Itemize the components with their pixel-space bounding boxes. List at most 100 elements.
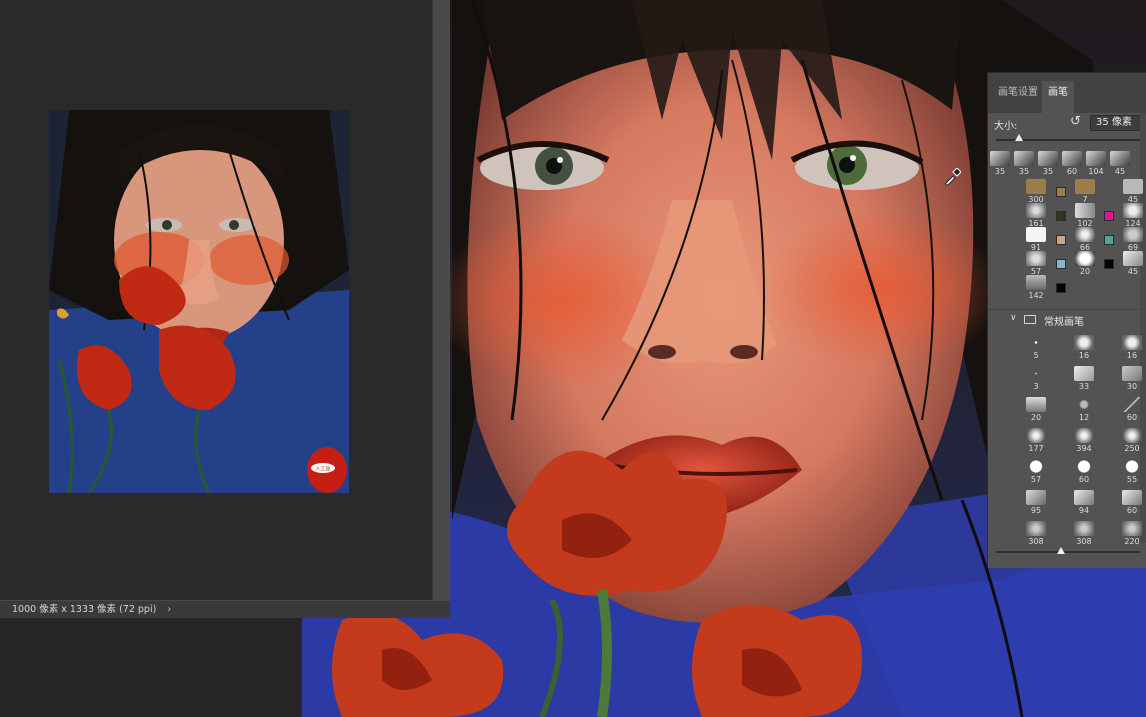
- status-menu-chevron-icon[interactable]: ›: [167, 604, 171, 615]
- brush-tip-preview-icon: [1026, 521, 1046, 536]
- brush-tip-preview-icon: [1026, 203, 1046, 218]
- brush-tip-preview-icon: [1110, 151, 1130, 166]
- color-swatch[interactable]: [1104, 211, 1114, 221]
- brush-preset-tile[interactable]: 94: [1072, 488, 1096, 518]
- tab-brush-settings[interactable]: 画笔设置: [992, 85, 1044, 113]
- preview-size-slider-thumb[interactable]: [1057, 547, 1065, 554]
- brush-tip-preview-icon: [1122, 428, 1142, 443]
- brush-preset-tile[interactable]: 20: [1024, 395, 1048, 425]
- brush-tip-preview-icon: [990, 151, 1010, 166]
- brush-tip-preview-icon: [1074, 335, 1094, 350]
- brush-size-number: 60: [1126, 413, 1138, 422]
- color-swatch[interactable]: [1104, 235, 1114, 245]
- brush-size-number: 35: [994, 167, 1006, 176]
- brush-preset-tile[interactable]: 45: [1108, 149, 1132, 179]
- brush-panel: 画笔设置 画笔 大小: ↺ 35 像素 ∨ 常规画笔 35 35 35 60 104 45…: [987, 72, 1146, 568]
- brush-preset-tile[interactable]: 142: [1024, 273, 1048, 303]
- brush-size-number: 177: [1028, 444, 1044, 453]
- brush-preset-tile[interactable]: 177: [1024, 426, 1048, 456]
- brush-size-number: 45: [1114, 167, 1126, 176]
- brush-folder-row[interactable]: ∨ 常规画笔: [988, 309, 1146, 329]
- preview-size-slider-track[interactable]: [996, 551, 1140, 553]
- brush-tip-preview-icon: [1123, 227, 1143, 242]
- brush-size-number: 20: [1030, 413, 1042, 422]
- brush-tip-preview-icon: [1026, 459, 1046, 474]
- brush-tip-preview-icon: [1074, 521, 1094, 536]
- brush-tip-preview-icon: [1062, 151, 1082, 166]
- color-swatch[interactable]: [1104, 259, 1114, 269]
- brush-tip-preview-icon: [1026, 428, 1046, 443]
- brush-preset-tile[interactable]: 35: [988, 149, 1012, 179]
- color-swatch[interactable]: [1056, 187, 1066, 197]
- color-swatch[interactable]: [1056, 283, 1066, 293]
- brush-preset-tile[interactable]: 16: [1120, 333, 1144, 363]
- brush-size-number: 16: [1126, 351, 1138, 360]
- color-swatch[interactable]: [1056, 211, 1066, 221]
- brush-tip-preview-icon: [1122, 366, 1142, 381]
- brush-preset-tile[interactable]: 35: [1036, 149, 1060, 179]
- brush-preset-tile[interactable]: 35: [1012, 149, 1036, 179]
- brush-preset-tile[interactable]: 57: [1024, 457, 1048, 487]
- brush-preset-tile[interactable]: 60: [1060, 149, 1084, 179]
- brush-preset-tile[interactable]: 16: [1072, 333, 1096, 363]
- brush-size-number: 12: [1078, 413, 1090, 422]
- brush-size-row: 大小: ↺ 35 像素: [988, 113, 1146, 135]
- brush-size-number: 35: [1018, 167, 1030, 176]
- brush-preset-tile[interactable]: 12: [1072, 395, 1096, 425]
- brush-tip-preview-icon: [1075, 251, 1095, 266]
- brush-tip-preview-icon: [1086, 151, 1106, 166]
- brush-preset-tile[interactable]: 55: [1120, 457, 1144, 487]
- brush-preset-tile[interactable]: 104: [1084, 149, 1108, 179]
- brush-preset-tile[interactable]: 5: [1024, 333, 1048, 363]
- brush-size-slider-thumb[interactable]: [1015, 134, 1024, 141]
- brush-preset-tile[interactable]: 220: [1120, 519, 1144, 549]
- brush-tip-preview-icon: [1026, 251, 1046, 266]
- brush-size-number: 94: [1078, 506, 1090, 515]
- brush-panel-tabs: 画笔设置 画笔: [988, 73, 1146, 113]
- brush-size-number: 35: [1042, 167, 1054, 176]
- brush-tip-preview-icon: [1026, 490, 1046, 505]
- brush-tip-preview-icon: [1038, 151, 1058, 166]
- brush-preset-tile[interactable]: 30: [1120, 364, 1144, 394]
- brush-size-number: 5: [1033, 351, 1039, 360]
- brush-preset-tile[interactable]: 95: [1024, 488, 1048, 518]
- brush-size-input[interactable]: 35 像素: [1090, 115, 1146, 131]
- color-swatch[interactable]: [1056, 259, 1066, 269]
- color-swatch[interactable]: [1056, 235, 1066, 245]
- brush-tip-preview-icon: [1122, 490, 1142, 505]
- brush-size-number: 60: [1078, 475, 1090, 484]
- brush-preset-tile[interactable]: 60: [1120, 488, 1144, 518]
- brush-preset-tile[interactable]: 20: [1073, 249, 1097, 279]
- brush-tip-preview-icon: [1074, 459, 1094, 474]
- brush-tip-preview-icon: [1074, 397, 1094, 412]
- tab-brushes[interactable]: 画笔: [1042, 81, 1074, 113]
- brush-tip-preview-icon: [1026, 179, 1046, 194]
- brush-size-number: 394: [1076, 444, 1092, 453]
- brush-preset-tile[interactable]: 308: [1024, 519, 1048, 549]
- brush-preset-tile[interactable]: 3: [1024, 364, 1048, 394]
- document-dimensions: 1000 像素 x 1333 像素 (72 ppi): [12, 604, 157, 615]
- brush-preset-tile[interactable]: 394: [1072, 426, 1096, 456]
- brush-preset-tile[interactable]: 308: [1072, 519, 1096, 549]
- reference-photo: 人工效: [49, 110, 349, 493]
- reset-icon[interactable]: ↺: [1070, 114, 1081, 129]
- brush-preset-tile[interactable]: 60: [1120, 395, 1144, 425]
- reference-scrollbar[interactable]: [432, 0, 450, 600]
- brush-tip-preview-icon: [1122, 335, 1142, 350]
- brush-preset-tile[interactable]: 33: [1072, 364, 1096, 394]
- brush-preset-tile[interactable]: 250: [1120, 426, 1144, 456]
- brush-size-number: 30: [1126, 382, 1138, 391]
- brush-size-number: 33: [1078, 382, 1090, 391]
- brush-size-number: 16: [1078, 351, 1090, 360]
- brush-preset-tile[interactable]: 60: [1072, 457, 1096, 487]
- reference-document-window: 人工效 1000 像素 x 1333 像素 (72 ppi) ›: [0, 0, 450, 618]
- brush-tip-preview-icon: [1123, 203, 1143, 218]
- brush-size-number: 220: [1124, 537, 1140, 546]
- brush-preset-tile[interactable]: 45: [1121, 249, 1145, 279]
- brush-size-number: 95: [1030, 506, 1042, 515]
- brush-tip-preview-icon: [1074, 428, 1094, 443]
- folder-expand-chevron-icon[interactable]: ∨: [1010, 313, 1017, 323]
- brush-size-number: 308: [1076, 537, 1092, 546]
- photoshop-workspace: 人工效 1000 像素 x 1333 像素 (72 ppi) › 画笔设置 画笔…: [0, 0, 1146, 717]
- brush-tip-preview-icon: [1075, 227, 1095, 242]
